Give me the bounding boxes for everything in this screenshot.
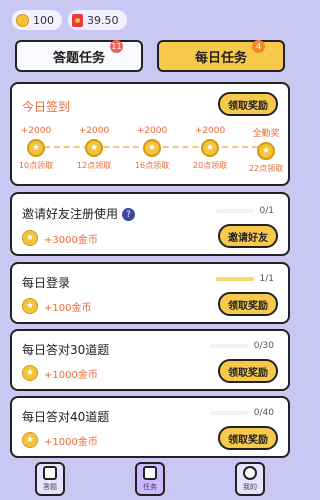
star-coin-icon: ★ [22, 298, 38, 314]
star-coin-icon: ★ [143, 139, 161, 157]
stage-amount: +2000 [194, 126, 226, 136]
coin-icon [16, 13, 29, 27]
task-title: 每日登录 [22, 276, 71, 290]
help-icon[interactable]: ? [122, 208, 136, 221]
cash-balance: 39.50 [68, 10, 127, 30]
task-reward: ★ +1000金币 [22, 432, 98, 448]
progress-bar [209, 411, 248, 415]
bottom-nav: 答题 任务 我的 [0, 460, 300, 500]
task-reward: ★ +1000金币 [22, 365, 98, 381]
cash-amount: 39.50 [87, 13, 119, 27]
task-progress: 0/30 [209, 341, 274, 351]
task-title-text: 邀请好友注册使用 [22, 207, 119, 221]
progress-text: 0/40 [253, 408, 274, 418]
stage-amount: 全勤奖 [252, 129, 280, 139]
signin-stage: +2000 ★ 16点领取 [126, 126, 178, 171]
stage-label: 12点领取 [76, 161, 112, 170]
progress-bar [209, 344, 248, 348]
reward-text: +1000金币 [44, 436, 98, 448]
reward-text: +100金币 [44, 302, 92, 314]
tab-label: 答题任务 [52, 50, 105, 66]
tab-quiz-tasks[interactable]: 答题任务 11 [15, 40, 143, 72]
task-progress: 0/1 [215, 206, 274, 216]
red-packet-icon [72, 13, 83, 27]
stage-label: 16点领取 [134, 161, 170, 170]
reward-text: +3000金币 [44, 234, 98, 246]
tab-badge: 4 [252, 40, 265, 53]
star-coin-icon: ★ [22, 230, 38, 246]
task-reward: ★ +100金币 [22, 298, 91, 314]
claim-reward-button[interactable]: 领取奖励 [218, 292, 278, 316]
task-card-login: 每日登录 1/1 ★ +100金币 领取奖励 [10, 262, 290, 324]
nav-label: 我的 [243, 483, 257, 491]
star-coin-icon: ★ [22, 365, 38, 381]
tab-label: 每日任务 [194, 50, 247, 66]
claim-reward-button[interactable]: 领取奖励 [218, 426, 278, 450]
task-progress: 0/40 [209, 408, 274, 418]
coin-balance: 100 [12, 10, 62, 30]
task-tabs: 答题任务 11 每日任务 4 [15, 40, 285, 72]
signin-claim-button[interactable]: 领取奖励 [218, 92, 278, 116]
stage-amount: +2000 [20, 126, 52, 136]
star-coin-icon: ★ [257, 142, 275, 160]
stage-label: 20点领取 [192, 161, 228, 170]
progress-bar [215, 209, 254, 213]
stage-label: 10点领取 [18, 161, 54, 170]
signin-stage: +2000 ★ 10点领取 [10, 126, 62, 171]
progress-bar [215, 277, 254, 281]
reward-text: +1000金币 [44, 369, 98, 381]
stage-amount: +2000 [136, 126, 168, 136]
progress-text: 0/1 [259, 206, 274, 216]
tab-badge: 11 [110, 40, 123, 53]
signin-title: 今日签到 [22, 100, 71, 114]
progress-fill [215, 277, 254, 281]
task-card-invite: 邀请好友注册使用? 0/1 ★ +3000金币 邀请好友 [10, 192, 290, 256]
coin-amount: 100 [33, 13, 54, 27]
nav-quiz[interactable]: 答题 [35, 462, 65, 496]
signin-card: 今日签到 领取奖励 +2000 ★ 10点领取 +2000 ★ 12点领取 +2… [10, 82, 290, 186]
signin-stage: +2000 ★ 12点领取 [68, 126, 120, 171]
star-coin-icon: ★ [201, 139, 219, 157]
signin-stage: +2000 ★ 20点领取 [184, 126, 236, 171]
nav-label: 任务 [143, 483, 157, 491]
invite-friend-button[interactable]: 邀请好友 [218, 224, 278, 248]
task-reward: ★ +3000金币 [22, 230, 98, 246]
task-card-answer-40: 每日答对40道题 0/40 ★ +1000金币 领取奖励 [10, 396, 290, 458]
stage-amount: +2000 [78, 126, 110, 136]
task-title: 每日答对30道题 [22, 343, 110, 357]
balance-bar: 100 39.50 [12, 10, 127, 32]
claim-reward-button[interactable]: 领取奖励 [218, 359, 278, 383]
task-title: 每日答对40道题 [22, 410, 110, 424]
star-coin-icon: ★ [22, 432, 38, 448]
nav-profile[interactable]: 我的 [235, 462, 265, 496]
nav-label: 答题 [43, 483, 57, 491]
task-icon [143, 466, 157, 480]
stage-label: 22点领取 [248, 164, 284, 173]
tab-daily-tasks[interactable]: 每日任务 4 [157, 40, 285, 72]
star-coin-icon: ★ [85, 139, 103, 157]
nav-tasks[interactable]: 任务 [135, 462, 165, 496]
signin-stage: 全勤奖 ★ 22点领取 [240, 126, 292, 174]
task-title: 邀请好友注册使用? [22, 205, 136, 222]
pencil-icon [43, 466, 57, 480]
task-progress: 1/1 [215, 274, 274, 284]
task-card-answer-30: 每日答对30道题 0/30 ★ +1000金币 领取奖励 [10, 329, 290, 391]
progress-text: 0/30 [253, 341, 274, 351]
user-icon [243, 466, 257, 480]
progress-text: 1/1 [259, 274, 274, 284]
star-coin-icon: ★ [27, 139, 45, 157]
